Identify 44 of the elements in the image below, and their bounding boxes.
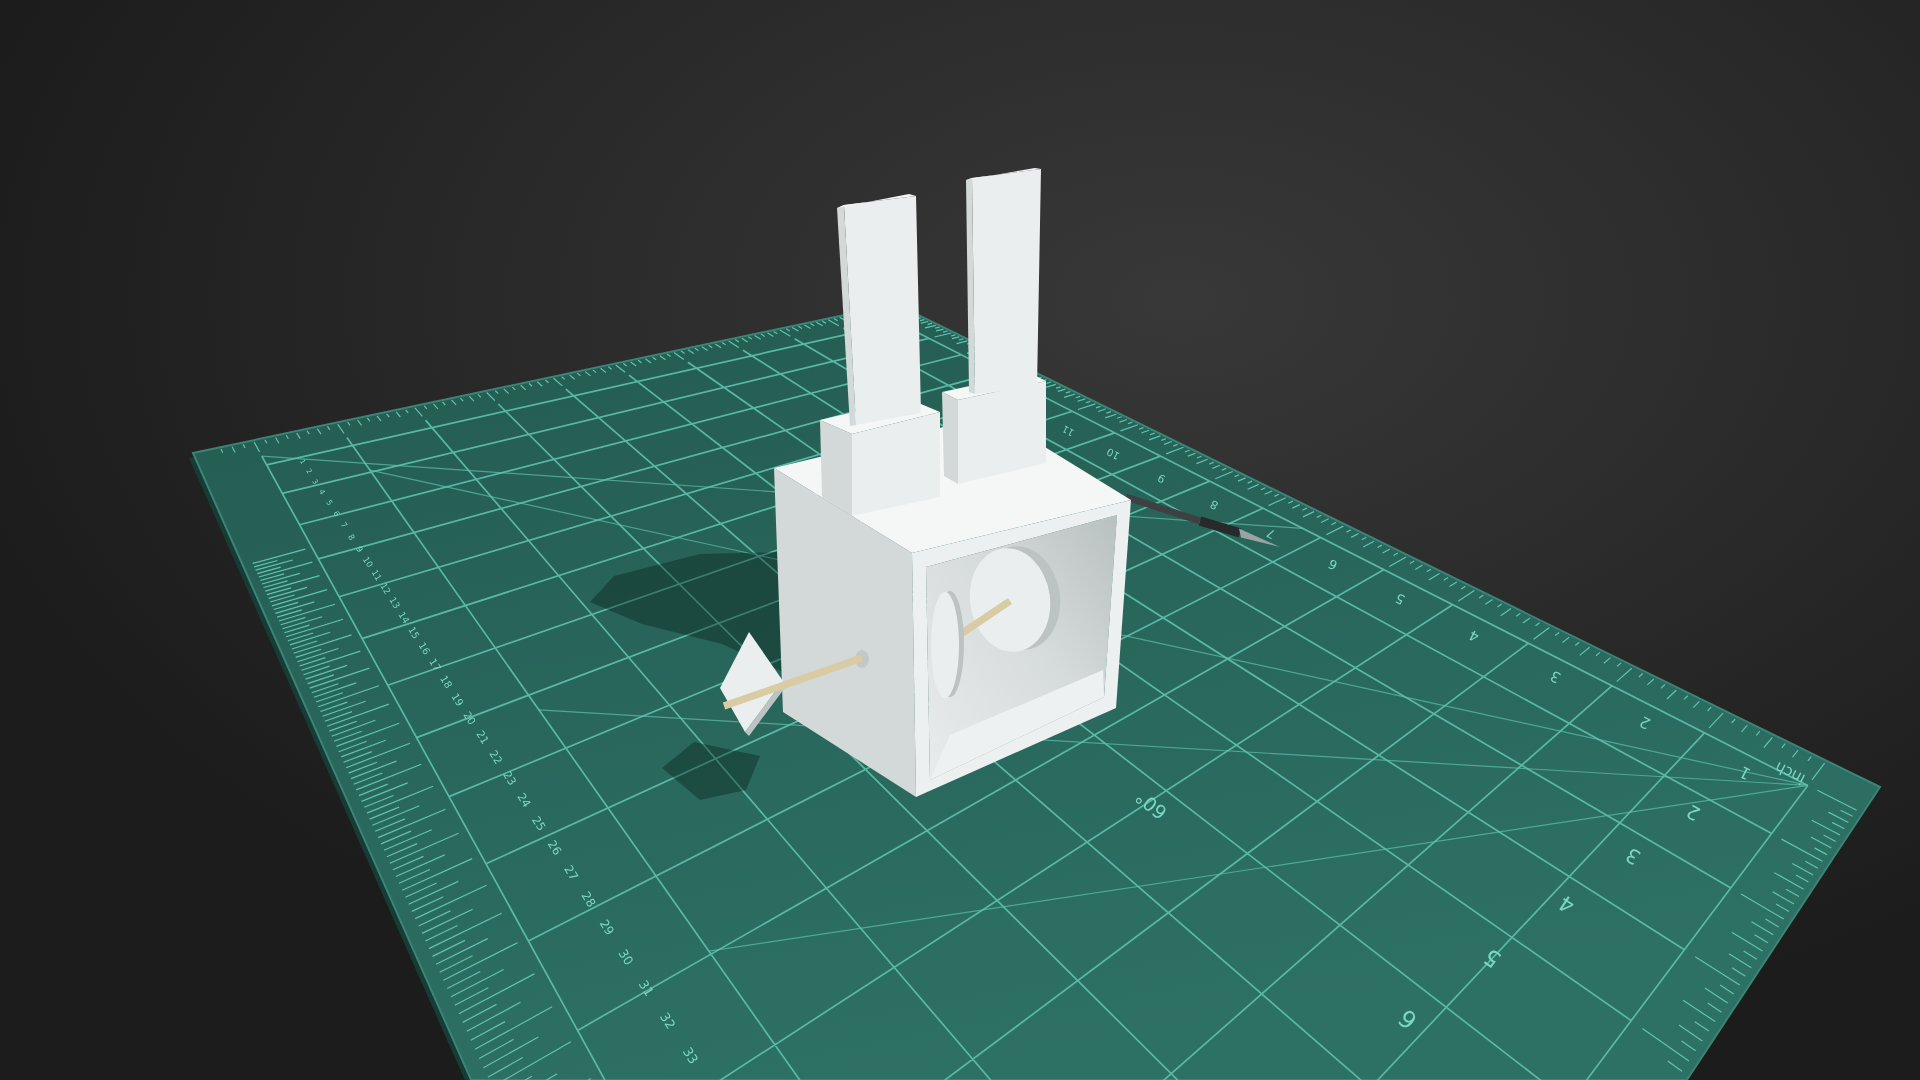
ruler-number: 10 xyxy=(360,554,376,570)
ruler-number: 21 xyxy=(473,728,492,747)
ruler-number: 8 xyxy=(1207,496,1221,513)
ruler-number: 6 xyxy=(1325,556,1340,574)
ruler-number: 11 xyxy=(1060,423,1076,439)
ruler-number: 17 xyxy=(427,656,444,673)
ruler-number: 20 xyxy=(461,709,479,727)
ruler-number: 28 xyxy=(578,889,599,910)
ruler-number: 33 xyxy=(679,1044,702,1067)
ruler-number: 12 xyxy=(378,581,393,597)
ruler-number: 31 xyxy=(635,977,657,999)
ruler-number: 7 xyxy=(1264,525,1278,542)
ruler-number: 29 xyxy=(596,917,617,938)
ruler-number: 5 xyxy=(1478,943,1506,973)
ruler-number: 9 xyxy=(1155,470,1168,486)
ruler-number: 32 xyxy=(657,1009,679,1032)
ruler-number: 9 xyxy=(354,544,366,555)
ruler-number: 3 xyxy=(1547,667,1564,687)
ruler-number: 11 xyxy=(369,567,384,583)
ruler-number: 26 xyxy=(544,837,565,858)
ruler-number: 1 xyxy=(1736,762,1754,784)
ruler-number: 2 xyxy=(1682,800,1704,826)
ruler-number: 19 xyxy=(449,690,467,709)
ruler-number: 23 xyxy=(500,768,519,788)
ruler-number: 24 xyxy=(514,790,533,810)
ruler-number: 3 xyxy=(1621,842,1645,870)
ruler-number: 4 xyxy=(1466,626,1482,646)
ruler-number: 27 xyxy=(561,862,582,884)
ruler-number: 22 xyxy=(486,748,505,767)
ruler-number: 4 xyxy=(1554,890,1580,919)
ruler-number: 6 xyxy=(1393,1003,1423,1035)
ruler-number: 18 xyxy=(438,673,455,691)
ruler-number: 25 xyxy=(529,813,549,834)
ruler-number: 30 xyxy=(615,946,637,968)
ruler-number: 16 xyxy=(416,640,433,657)
ruler-number: 2 xyxy=(1636,712,1654,733)
ruler-number: 10 xyxy=(1104,445,1122,462)
ruler-number: 8 xyxy=(346,532,358,542)
unit-label: inch xyxy=(1771,757,1809,789)
ruler-number: 5 xyxy=(1392,590,1408,608)
ruler-number: 15 xyxy=(406,624,422,641)
ruler-number: 14 xyxy=(396,609,412,626)
ruler-number: 13 xyxy=(387,595,402,611)
angle-label: 60° xyxy=(1130,785,1172,825)
